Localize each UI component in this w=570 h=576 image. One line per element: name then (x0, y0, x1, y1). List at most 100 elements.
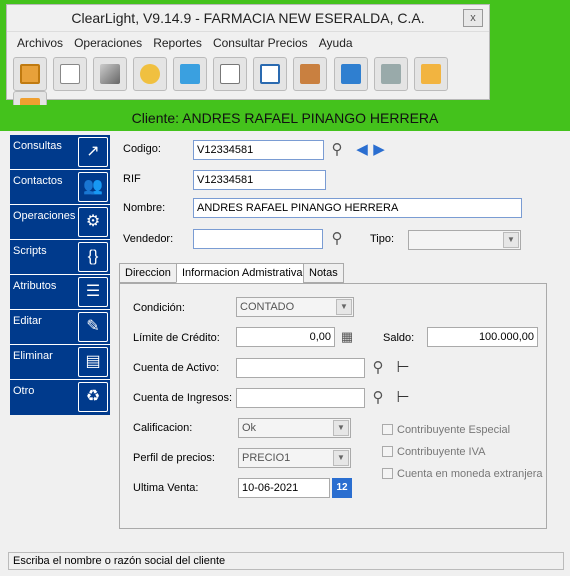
document-icon (220, 64, 241, 84)
toolbar-dolly-button[interactable] (293, 57, 328, 91)
condicion-label: Condición: (133, 302, 185, 314)
menu-reportes[interactable]: Reportes (149, 32, 206, 54)
app-window: ClearLight, V9.14.9 - FARMACIA NEW ESERA… (6, 4, 490, 125)
toolbar-grid-button[interactable] (13, 57, 47, 91)
sidebar-item-scripts[interactable]: Scripts {} (10, 240, 110, 275)
search-icon[interactable]: ⚲ (327, 140, 347, 160)
nombre-field[interactable]: ANDRES RAFAEL PINANGO HERRERA (193, 198, 522, 218)
ultima-venta-field[interactable]: 10-06-2021 (238, 478, 330, 498)
codigo-field[interactable]: V12334581 (193, 140, 324, 160)
cuenta-ingresos-label: Cuenta de Ingresos: (133, 392, 233, 404)
search-icon[interactable]: ⚲ (368, 388, 388, 408)
client-header: Cliente: ANDRES RAFAEL PINANGO HERRERA (0, 105, 570, 131)
sidebar-item-atributos[interactable]: Atributos ☰ (10, 275, 110, 310)
toolbar-cash-register-button[interactable] (373, 57, 408, 91)
codigo-label: Codigo: (123, 143, 161, 155)
cash-register-icon (380, 64, 401, 84)
limite-credito-label: Límite de Crédito: (133, 332, 220, 344)
contribuyente-especial-checkbox[interactable]: Contribuyente Especial (382, 424, 510, 436)
sidebar-item-otro[interactable]: Otro ♻ (10, 380, 110, 415)
toolbar-table-button[interactable] (53, 57, 88, 91)
saldo-field: 100.000,00 (427, 327, 538, 347)
dolly-icon (300, 64, 321, 84)
document-list-icon: ☰ (78, 277, 108, 307)
cuenta-activo-field[interactable] (236, 358, 365, 378)
pen-icon (100, 64, 121, 84)
checkbox-box (382, 446, 393, 457)
tipo-select[interactable]: ▼ (408, 230, 521, 250)
bank-icon (340, 64, 361, 84)
close-button[interactable]: x (463, 9, 483, 27)
toolbar-bank-button[interactable] (333, 57, 368, 91)
tab-notas[interactable]: Notas (303, 263, 344, 283)
network-icon: ⚙ (78, 207, 108, 237)
chevron-down-icon: ▼ (336, 299, 352, 315)
menu-ayuda[interactable]: Ayuda (315, 32, 357, 54)
tab-direccion[interactable]: Direccion (119, 263, 177, 283)
checkbox-label: Contribuyente IVA (397, 446, 486, 458)
sidebar: Consultas ↗ Contactos 👥 Operaciones ⚙ Scrip… (10, 135, 110, 415)
sidebar-item-label: Atributos (13, 280, 57, 292)
tree-icon[interactable]: ⊢ (393, 388, 413, 408)
recycle-icon: ♻ (78, 382, 108, 412)
calculator-icon[interactable]: ▦ (337, 327, 357, 347)
arrow-right-icon[interactable]: ▶ (369, 140, 389, 160)
limite-credito-field[interactable]: 0,00 (236, 327, 335, 347)
vendedor-field[interactable] (193, 229, 323, 249)
calificacion-label: Calificacion: (133, 422, 193, 434)
edit-icon: ✎ (78, 312, 108, 342)
sidebar-item-label: Contactos (13, 175, 63, 187)
sidebar-item-label: Otro (13, 385, 35, 397)
menu-operaciones[interactable]: Operaciones (70, 32, 146, 54)
cuenta-ingresos-field[interactable] (236, 388, 365, 408)
sidebar-item-label: Operaciones (13, 210, 76, 222)
sidebar-item-label: Scripts (13, 245, 47, 257)
window-title: ClearLight, V9.14.9 - FARMACIA NEW ESERA… (71, 10, 425, 26)
sidebar-item-eliminar[interactable]: Eliminar ▤ (10, 345, 110, 380)
perfil-precios-value: PRECIO1 (242, 452, 291, 464)
code-icon: {} (78, 242, 108, 272)
menu-consultar-precios[interactable]: Consultar Precios (209, 32, 312, 54)
checkbox-box (382, 468, 393, 479)
sidebar-item-contactos[interactable]: Contactos 👥 (10, 170, 110, 205)
calificacion-value: Ok (242, 422, 257, 434)
nombre-label: Nombre: (123, 202, 166, 214)
toolbar-pen-button[interactable] (93, 57, 128, 91)
menu-archivos[interactable]: Archivos (13, 32, 67, 54)
toolbar-money-button[interactable] (173, 57, 208, 91)
condicion-select[interactable]: CONTADO ▼ (236, 297, 354, 317)
rif-field[interactable]: V12334581 (193, 170, 326, 190)
vendedor-label: Vendedor: (123, 233, 174, 245)
toolbar-checklist-button[interactable] (253, 57, 288, 91)
table-icon (60, 64, 81, 84)
search-icon[interactable]: ⚲ (327, 229, 347, 249)
chevron-down-icon: ▼ (503, 232, 519, 248)
calendar-icon[interactable]: 12 (332, 478, 352, 498)
grid-icon (20, 64, 40, 84)
status-bar: Escriba el nombre o razón social del cli… (8, 552, 564, 570)
envelope-icon (420, 64, 441, 84)
title-bar: ClearLight, V9.14.9 - FARMACIA NEW ESERA… (7, 5, 489, 31)
chevron-down-icon: ▼ (333, 450, 349, 466)
sidebar-item-operaciones[interactable]: Operaciones ⚙ (10, 205, 110, 240)
sidebar-item-consultas[interactable]: Consultas ↗ (10, 135, 110, 170)
checkbox-box (382, 424, 393, 435)
client-window: Cliente: ANDRES RAFAEL PINANGO HERRERA C… (0, 105, 570, 576)
menu-bar: Archivos Operaciones Reportes Consultar … (7, 31, 489, 53)
toolbar-document-button[interactable] (213, 57, 248, 91)
rif-label: RIF (123, 173, 141, 185)
toolbar-envelope-button[interactable] (413, 57, 448, 91)
search-icon[interactable]: ⚲ (368, 358, 388, 378)
condicion-value: CONTADO (240, 301, 295, 313)
tab-informacion-administrativa[interactable]: Informacion Admistrativa (176, 263, 309, 283)
contribuyente-iva-checkbox[interactable]: Contribuyente IVA (382, 446, 485, 458)
tree-icon[interactable]: ⊢ (393, 358, 413, 378)
sidebar-item-editar[interactable]: Editar ✎ (10, 310, 110, 345)
cuenta-activo-label: Cuenta de Activo: (133, 362, 220, 374)
toolbar-coins-button[interactable] (133, 57, 168, 91)
calificacion-select[interactable]: Ok ▼ (238, 418, 351, 438)
shredder-icon: ▤ (78, 347, 108, 377)
moneda-extranjera-checkbox[interactable]: Cuenta en moneda extranjera (382, 468, 543, 480)
perfil-precios-select[interactable]: PRECIO1 ▼ (238, 448, 351, 468)
toolbar (7, 53, 489, 125)
